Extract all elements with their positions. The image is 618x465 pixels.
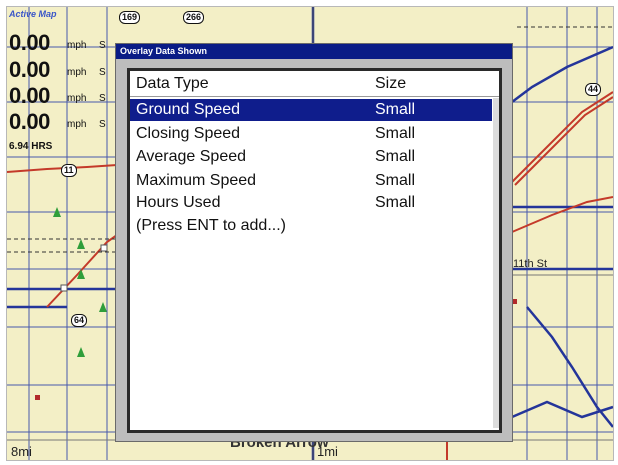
overlay-value: 0.00	[9, 57, 50, 82]
route-shield: 266	[183, 11, 205, 24]
column-header-size: Size	[375, 75, 407, 92]
list-item-label: Closing Speed	[136, 125, 241, 142]
route-shield: 11	[61, 164, 77, 177]
dialog-titlebar: Overlay Data Shown	[116, 44, 512, 59]
overlay-size: S	[99, 93, 106, 104]
map-view[interactable]: Active Map 0.00 mph S 0.00 mph S 0.00 mp…	[6, 6, 614, 461]
map-scale-right: 1mi	[317, 444, 338, 459]
gps-screen: Active Map 0.00 mph S 0.00 mph S 0.00 mp…	[0, 0, 618, 465]
list-item-maximum-speed[interactable]: Maximum Speed Small	[130, 170, 492, 192]
overlay-size: S	[99, 40, 106, 51]
list-item-size: Small	[375, 172, 416, 189]
overlay-size: S	[99, 67, 106, 78]
list-item-closing-speed[interactable]: Closing Speed Small	[130, 123, 492, 145]
overlay-data-dialog: Overlay Data Shown Data Type Size Ground…	[115, 43, 513, 442]
overlay-unit: mph	[67, 40, 87, 51]
header-divider	[130, 96, 499, 97]
column-header-data-type: Data Type	[136, 75, 209, 92]
list-item-label: Hours Used	[136, 194, 221, 211]
route-shield: 64	[71, 314, 88, 327]
map-scale-left: 8mi	[11, 444, 32, 459]
list-scrollbar[interactable]	[493, 98, 499, 428]
list-item-size: Small	[375, 125, 416, 142]
overlay-value: 0.00	[9, 83, 50, 108]
list-item-hours-used[interactable]: Hours Used Small	[130, 192, 492, 214]
overlay-size: S	[99, 119, 106, 130]
add-item-hint[interactable]: (Press ENT to add...)	[136, 217, 286, 235]
list-item-average-speed[interactable]: Average Speed Small	[130, 146, 492, 168]
list-item-size: Small	[375, 194, 416, 211]
map-title: Active Map	[9, 9, 57, 19]
list-item-label: Average Speed	[136, 148, 247, 165]
list-item-label: Maximum Speed	[136, 172, 257, 189]
list-item-size: Small	[375, 101, 416, 118]
overlay-unit: mph	[67, 119, 87, 130]
list-item-size: Small	[375, 148, 416, 165]
dialog-title: Overlay Data Shown	[120, 46, 208, 56]
overlay-value: 0.00	[9, 109, 50, 134]
overlay-unit: mph	[67, 93, 87, 104]
overlay-hours: 6.94 HRS	[9, 141, 53, 152]
overlay-unit: mph	[67, 67, 87, 78]
list-item-ground-speed[interactable]: Ground Speed Small	[130, 99, 492, 121]
road-label: 11th St	[513, 258, 548, 270]
list-item-label: Ground Speed	[136, 101, 241, 118]
overlay-value: 0.00	[9, 30, 50, 55]
route-shield: 169	[119, 11, 141, 24]
interstate-shield: 44	[585, 83, 602, 96]
overlay-data-list[interactable]: Data Type Size Ground Speed Small Closin…	[127, 68, 502, 433]
